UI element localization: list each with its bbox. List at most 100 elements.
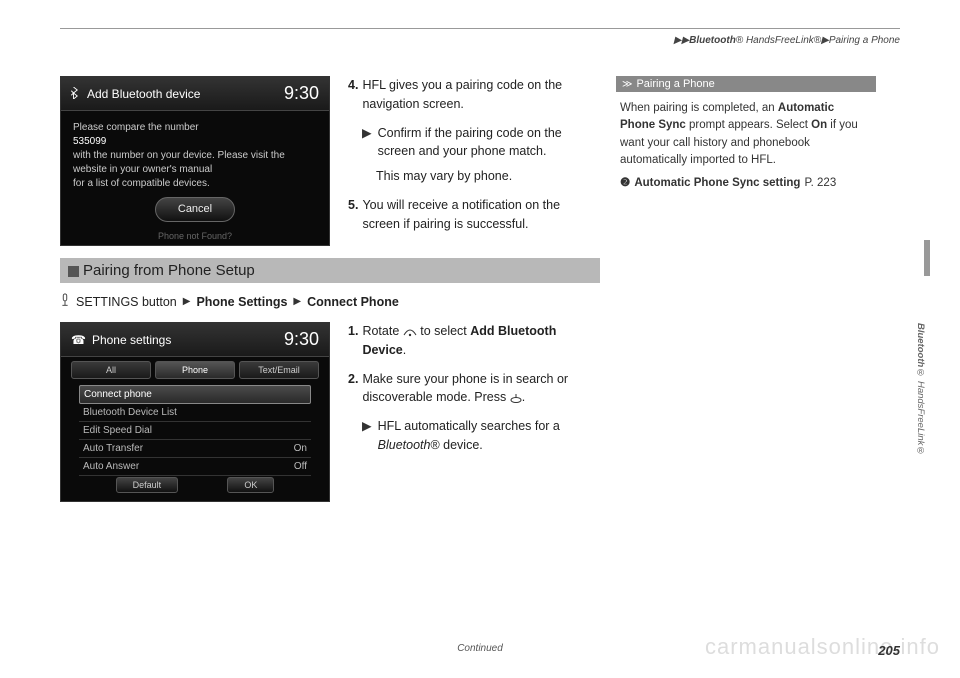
row-label: Edit Speed Dial [83, 425, 152, 436]
screenshot2-title: ☎ Phone settings [71, 333, 171, 347]
breadcrumb-sep: ▶▶ [674, 35, 689, 46]
sb-bold2: On [811, 119, 827, 131]
xref-label: Automatic Phone Sync setting [634, 175, 800, 192]
row-label: Auto Transfer [83, 443, 143, 454]
s2-text: Make sure your phone is in search or dis… [362, 372, 568, 405]
step-1-num: 1. [348, 322, 358, 360]
xref-icon: ≫ [622, 79, 632, 90]
step-4-note: This may vary by phone. [376, 167, 598, 186]
column-middle: 4. HFL gives you a pairing code on the n… [348, 76, 598, 258]
s2sub-post: ® device. [430, 438, 482, 452]
breadcrumb-part1-rest: ® HandsFreeLink® [736, 35, 821, 46]
screenshot-clock: 9:30 [284, 83, 319, 104]
step-4-sub-text: Confirm if the pairing code on the scree… [378, 124, 598, 162]
press-icon [510, 390, 522, 404]
screenshot2-title-text: Phone settings [92, 333, 171, 347]
xref-page: P. 223 [804, 175, 836, 192]
s2sub-pre: HFL automatically searches for a [378, 419, 560, 433]
triangle-icon: ▶ [362, 124, 372, 162]
breadcrumb: ▶▶Bluetooth® HandsFreeLink®▶Pairing a Ph… [60, 35, 900, 46]
step-2-sub: ▶ HFL automatically searches for a Bluet… [362, 417, 598, 455]
top-rule [60, 28, 900, 29]
step-4-text: HFL gives you a pairing code on the navi… [362, 76, 598, 114]
tab-all[interactable]: All [71, 361, 151, 379]
breadcrumb-part2: Pairing a Phone [829, 35, 900, 46]
step-2: 2. Make sure your phone is in search or … [348, 370, 598, 408]
sb-body2: prompt appears. Select [686, 119, 811, 131]
step-5: 5. You will receive a notification on th… [348, 196, 598, 234]
row-label: Connect phone [84, 389, 152, 400]
sidebar-body: When pairing is completed, an Automatic … [616, 100, 876, 192]
default-button[interactable]: Default [116, 477, 179, 493]
watermark: carmanualsonline.info [705, 634, 940, 660]
breadcrumb-part1-em: Bluetooth [689, 35, 736, 46]
tab-phone[interactable]: Phone [155, 361, 235, 379]
step-2-num: 2. [348, 370, 358, 408]
s1-pre: Rotate [362, 324, 402, 338]
row-value: On [294, 443, 307, 454]
step-1-text: Rotate to select Add Bluetooth Device. [362, 322, 598, 360]
screenshot-body: Please compare the number 535099 with th… [61, 111, 329, 232]
ss-cancel-wrap: Cancel [73, 197, 317, 222]
ss-code: 535099 [73, 135, 317, 149]
column-middle-2: 1. Rotate to select Add Bluetooth Device… [348, 322, 598, 514]
column-left-2: ☎ Phone settings 9:30 All Phone Text/Ema… [60, 322, 330, 514]
tab-text-email[interactable]: Text/Email [239, 361, 319, 379]
phone-icon: ☎ [71, 333, 86, 347]
path-p2: Phone Settings [196, 295, 287, 309]
s1-post: to select [417, 324, 471, 338]
path-p1: SETTINGS button [76, 295, 177, 309]
content-columns: Add Bluetooth device 9:30 Please compare… [60, 76, 900, 258]
step-5-text: You will receive a notification on the s… [362, 196, 598, 234]
side-tab [924, 240, 930, 276]
screenshot2-bottom: Default OK [61, 473, 329, 497]
column-right: ≫ Pairing a Phone When pairing is comple… [616, 76, 876, 258]
ss-line3: website in your owner's manual [73, 163, 317, 177]
content-columns-2: ☎ Phone settings 9:30 All Phone Text/Ema… [60, 322, 900, 514]
ss-line4: for a list of compatible devices. [73, 177, 317, 191]
ss-line2: with the number on your device. Please v… [73, 149, 317, 163]
s2sub-em: Bluetooth [378, 438, 431, 452]
ss-line1: Please compare the number [73, 121, 317, 135]
triangle-icon: ▶ [183, 296, 191, 307]
manual-page: ▶▶Bluetooth® HandsFreeLink®▶Pairing a Ph… [0, 0, 960, 678]
menu-path: SETTINGS button ▶ Phone Settings ▶ Conne… [60, 293, 900, 310]
sidebar-title: ≫ Pairing a Phone [616, 76, 876, 92]
step-4: 4. HFL gives you a pairing code on the n… [348, 76, 598, 114]
screenshot-title: Add Bluetooth device [71, 87, 200, 101]
cancel-button[interactable]: Cancel [155, 197, 235, 222]
screenshot-title-text: Add Bluetooth device [87, 87, 200, 101]
nav-screenshot-phone-settings: ☎ Phone settings 9:30 All Phone Text/Ema… [60, 322, 330, 502]
step-2-text: Make sure your phone is in search or dis… [362, 370, 598, 408]
column-left: Add Bluetooth device 9:30 Please compare… [60, 76, 330, 258]
selector-icon [60, 293, 70, 310]
ss-footer: Phone not Found? [61, 231, 329, 241]
tab-phone-label: Phone [182, 365, 208, 375]
square-bullet-icon [68, 266, 79, 277]
screenshot2-header: ☎ Phone settings 9:30 [61, 323, 329, 357]
list-item[interactable]: Connect phone [79, 385, 311, 404]
screenshot2-list: Connect phone Bluetooth Device List Edit… [61, 383, 329, 478]
row-value: Off [294, 461, 307, 472]
breadcrumb-sep2: ▶ [821, 35, 829, 46]
row-label: Bluetooth Device List [83, 407, 177, 418]
s1-tail: . [403, 343, 406, 357]
step-2-sub-text: HFL automatically searches for a Bluetoo… [378, 417, 598, 455]
list-item[interactable]: Bluetooth Device List [79, 404, 311, 422]
s2-tail: . [522, 390, 525, 404]
page-number: 205 [878, 643, 900, 658]
step-4-num: 4. [348, 76, 358, 114]
list-item[interactable]: Edit Speed Dial [79, 422, 311, 440]
step-5-num: 5. [348, 196, 358, 234]
section-header: Pairing from Phone Setup [60, 258, 600, 283]
triangle-icon: ▶ [362, 417, 372, 455]
step-1: 1. Rotate to select Add Bluetooth Device… [348, 322, 598, 360]
screenshot2-tabs: All Phone Text/Email [61, 357, 329, 383]
list-item[interactable]: Auto Transfer On [79, 440, 311, 458]
ok-button[interactable]: OK [227, 477, 274, 493]
row-label: Auto Answer [83, 461, 139, 472]
sidebar-xref: ❷ Automatic Phone Sync setting P. 223 [620, 175, 872, 192]
sidebar-title-text: Pairing a Phone [636, 78, 714, 90]
sb-body1: When pairing is completed, an [620, 102, 778, 114]
triangle-icon: ▶ [293, 296, 301, 307]
